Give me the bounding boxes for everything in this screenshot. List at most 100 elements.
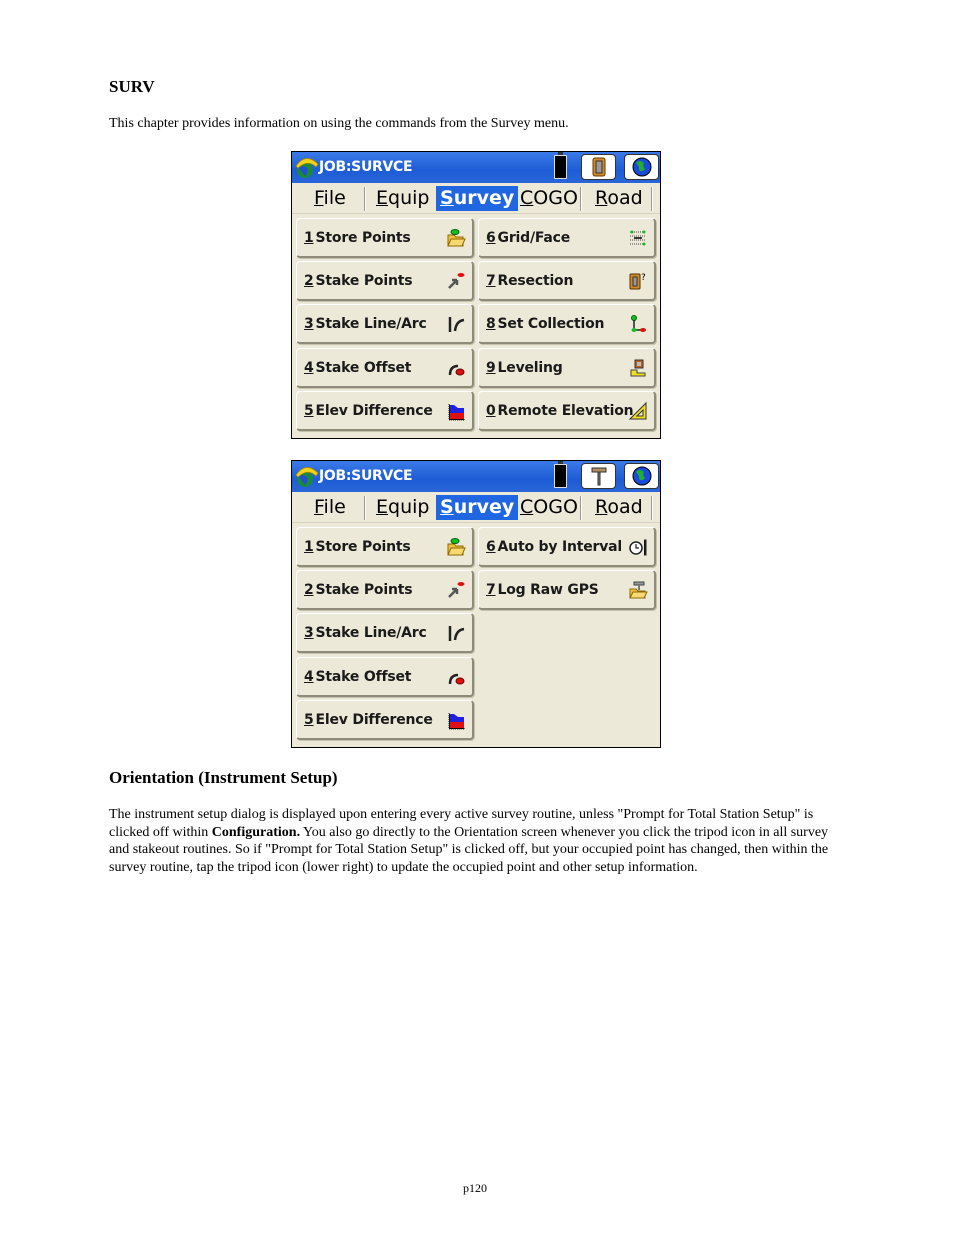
button-label: Remote Elevation [497,403,634,419]
menu-file[interactable]: File [310,495,350,520]
menu-equip-label: quip [388,187,430,209]
menu-file-key: F [314,187,324,209]
menu-file[interactable]: File [310,186,350,211]
folder-point-icon [447,229,466,247]
button-label: Stake Offset [315,360,412,376]
store-points-button[interactable]: 1 Store Points [296,527,474,567]
menu-separator [580,187,582,211]
title-bar: JOB:SURVCE [292,461,660,492]
menu-cogo-label: OGO [533,187,578,209]
button-key: 5 [304,403,314,419]
elev-difference-button[interactable]: 5 Elev Difference [296,700,474,740]
menu-survey[interactable]: Survey [436,495,519,520]
stake-points-button[interactable]: 2 Stake Points [296,570,474,610]
resection-button[interactable]: 7 Resection ? [478,261,656,301]
elev-difference-icon [448,404,465,421]
stake-line-arc-button[interactable]: 3 Stake Line/Arc [296,613,474,653]
button-key: 7 [486,582,496,598]
log-raw-gps-button[interactable]: 7 Log Raw GPS [478,570,656,610]
globe-icon [632,466,651,486]
remote-elevation-button[interactable]: 0 Remote Elevation [478,391,656,431]
button-key: 2 [304,273,314,289]
survey-menu-screenshot-gps: JOB:SURVCE File Equip Survey COGO Road 1… [291,460,661,748]
menu-equip[interactable]: Equip [372,186,433,211]
leveling-button[interactable]: 9 Leveling [478,348,656,388]
button-key: 3 [304,316,314,332]
button-label: Log Raw GPS [497,582,599,598]
hardhat-globe-logo-icon [295,158,319,178]
stake-points-button[interactable]: 2 Stake Points [296,261,474,301]
stake-line-arc-button[interactable]: 3 Stake Line/Arc [296,304,474,344]
button-key: 0 [486,403,496,419]
folder-point-icon [447,538,466,556]
button-label: Leveling [497,360,563,376]
store-points-button[interactable]: 1 Store Points [296,218,474,258]
menu-road[interactable]: Road [591,495,647,520]
button-key: 8 [486,316,496,332]
menu-cogo-key: C [520,496,534,518]
menu-road[interactable]: Road [591,186,647,211]
battery-icon [554,461,567,488]
menu-file-label: ile [323,187,346,209]
intro-paragraph: This chapter provides information on usi… [109,116,569,131]
button-key: 6 [486,539,496,555]
button-label: Elev Difference [315,712,433,728]
line-arc-icon [448,317,465,332]
button-key: 6 [486,230,496,246]
menu-cogo[interactable]: COGO [516,186,582,211]
gps-receiver-button[interactable] [581,463,616,489]
menu-equip-label: quip [388,496,430,518]
button-key: 7 [486,273,496,289]
survey-menu-screenshot-total-station: JOB:SURVCE File Equip Survey COGO Road 1… [291,151,661,439]
set-collection-icon [631,315,646,332]
button-label: Elev Difference [315,403,433,419]
button-key: 4 [304,360,314,376]
menu-equip[interactable]: Equip [372,495,433,520]
button-label: Store Points [315,230,411,246]
button-label: Stake Line/Arc [315,316,427,332]
clock-interval-icon [629,539,647,556]
menu-file-label: ile [323,496,346,518]
elev-difference-button[interactable]: 5 Elev Difference [296,391,474,431]
button-label: Auto by Interval [497,539,623,555]
grid-face-icon [630,230,646,246]
button-key: 1 [304,539,314,555]
grid-face-button[interactable]: 6 Grid/Face [478,218,656,258]
button-key: 2 [304,582,314,598]
button-label: Stake Points [315,582,413,598]
battery-icon [554,152,567,179]
menu-separator [364,187,366,211]
stake-offset-button[interactable]: 4 Stake Offset [296,657,474,697]
triangle-icon [628,401,647,420]
globe-button[interactable] [624,154,659,180]
menu-survey[interactable]: Survey [436,186,519,211]
auto-by-interval-button[interactable]: 6 Auto by Interval [478,527,656,567]
button-label: Stake Points [315,273,413,289]
log-raw-gps-icon [629,581,648,599]
menu-road-label: oad [607,187,643,209]
button-label: Set Collection [497,316,605,332]
total-station-icon [592,157,605,177]
menu-cogo[interactable]: COGO [516,495,582,520]
job-title: JOB:SURVCE [319,159,413,175]
button-label: Grid/Face [497,230,571,246]
button-label: Stake Line/Arc [315,625,427,641]
total-station-button[interactable] [581,154,616,180]
stake-arrow-icon [448,273,465,289]
svg-text:?: ? [641,273,646,283]
line-arc-icon [448,626,465,641]
button-label: Store Points [315,539,411,555]
page-number: p120 [463,1181,487,1195]
hardhat-globe-logo-icon [295,467,319,487]
section-heading: Orientation (Instrument Setup) [109,768,338,787]
globe-button[interactable] [624,463,659,489]
menu-cogo-key: C [520,187,534,209]
gps-receiver-icon [591,467,606,486]
set-collection-button[interactable]: 8 Set Collection [478,304,656,344]
configuration-term: Configuration. [211,824,301,840]
resection-icon: ? [629,273,646,290]
menu-road-key: R [595,187,608,209]
stake-offset-button[interactable]: 4 Stake Offset [296,348,474,388]
button-key: 5 [304,712,314,728]
menu-separator [651,187,653,211]
